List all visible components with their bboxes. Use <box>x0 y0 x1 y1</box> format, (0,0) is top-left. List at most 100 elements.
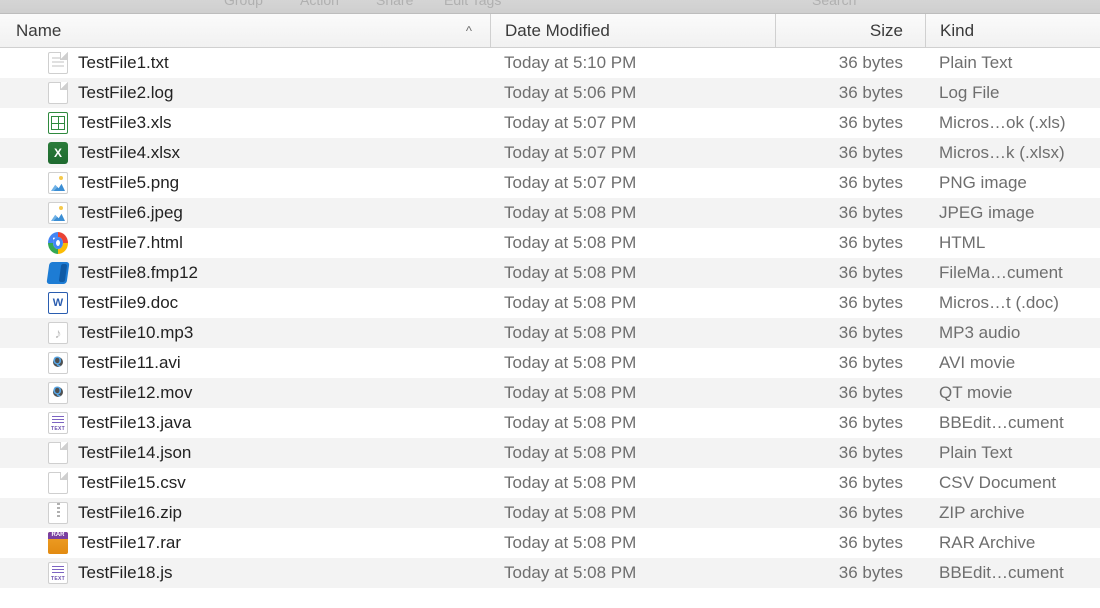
cell-name: TestFile5.png <box>0 172 490 194</box>
table-row[interactable]: TestFile13.java Today at 5:08 PM36 bytesB… <box>0 408 1100 438</box>
log-file-icon <box>48 82 68 104</box>
xls-file-icon <box>48 112 68 134</box>
cell-name: TestFile11.avi <box>0 352 490 374</box>
column-header-size[interactable]: Size <box>775 14 925 47</box>
doc-file-icon <box>48 292 68 314</box>
cell-kind: BBEdit…cument <box>925 413 1100 433</box>
cell-size: 36 bytes <box>775 443 925 463</box>
table-row[interactable]: TestFile12.movToday at 5:08 PM36 bytesQT… <box>0 378 1100 408</box>
table-row[interactable]: TestFile9.docToday at 5:08 PM36 bytesMic… <box>0 288 1100 318</box>
cell-date: Today at 5:08 PM <box>490 323 775 343</box>
file-name: TestFile8.fmp12 <box>78 263 198 283</box>
cell-kind: Log File <box>925 83 1100 103</box>
cell-size: 36 bytes <box>775 473 925 493</box>
table-row[interactable]: TestFile1.txtToday at 5:10 PM36 bytesPla… <box>0 48 1100 78</box>
table-row[interactable]: TestFile6.jpegToday at 5:08 PM36 bytesJP… <box>0 198 1100 228</box>
cell-kind: RAR Archive <box>925 533 1100 553</box>
table-row[interactable]: TestFile10.mp3 Today at 5:08 PM36 bytesMP… <box>0 318 1100 348</box>
cell-date: Today at 5:07 PM <box>490 113 775 133</box>
cell-kind: AVI movie <box>925 353 1100 373</box>
sort-ascending-icon: ^ <box>466 23 472 38</box>
zip-file-icon <box>48 502 68 524</box>
cell-date: Today at 5:08 PM <box>490 443 775 463</box>
csv-file-icon <box>48 472 68 494</box>
jpeg-file-icon <box>48 202 68 224</box>
cell-kind: Micros…t (.doc) <box>925 293 1100 313</box>
cell-size: 36 bytes <box>775 353 925 373</box>
cell-date: Today at 5:08 PM <box>490 413 775 433</box>
file-name: TestFile5.png <box>78 173 179 193</box>
cell-name: TestFile6.jpeg <box>0 202 490 224</box>
table-row[interactable]: TestFile16.zipToday at 5:08 PM36 bytesZI… <box>0 498 1100 528</box>
file-name: TestFile18.js <box>78 563 172 583</box>
file-name: TestFile7.html <box>78 233 183 253</box>
column-header-size-label: Size <box>870 21 903 41</box>
file-name: TestFile13.java <box>78 413 191 433</box>
table-row[interactable]: TestFile3.xlsToday at 5:07 PM36 bytesMic… <box>0 108 1100 138</box>
cell-name: TestFile18.js <box>0 562 490 584</box>
table-row[interactable]: TestFile14.jsonToday at 5:08 PM36 bytesP… <box>0 438 1100 468</box>
cell-kind: BBEdit…cument <box>925 563 1100 583</box>
js-file-icon <box>48 562 68 584</box>
table-row[interactable]: TestFile11.aviToday at 5:08 PM36 bytesAV… <box>0 348 1100 378</box>
file-name: TestFile17.rar <box>78 533 181 553</box>
cell-size: 36 bytes <box>775 383 925 403</box>
cell-date: Today at 5:08 PM <box>490 383 775 403</box>
column-header-name[interactable]: Name ^ <box>0 14 490 47</box>
cell-kind: MP3 audio <box>925 323 1100 343</box>
cell-date: Today at 5:08 PM <box>490 263 775 283</box>
file-name: TestFile6.jpeg <box>78 203 183 223</box>
cell-kind: QT movie <box>925 383 1100 403</box>
file-name: TestFile2.log <box>78 83 173 103</box>
cell-name: TestFile3.xls <box>0 112 490 134</box>
cell-size: 36 bytes <box>775 563 925 583</box>
cell-name: TestFile12.mov <box>0 382 490 404</box>
txt-file-icon <box>48 52 68 74</box>
fmp-file-icon <box>46 262 69 284</box>
file-list: TestFile1.txtToday at 5:10 PM36 bytesPla… <box>0 48 1100 588</box>
column-header-kind-label: Kind <box>940 21 974 41</box>
cell-kind: FileMa…cument <box>925 263 1100 283</box>
file-name: TestFile9.doc <box>78 293 178 313</box>
toolbar-action[interactable]: Action <box>300 0 339 8</box>
table-row[interactable]: TestFile18.jsToday at 5:08 PM36 bytesBBE… <box>0 558 1100 588</box>
table-row[interactable]: TestFile8.fmp12 Today at 5:08 PM36 bytesF… <box>0 258 1100 288</box>
file-name: TestFile1.txt <box>78 53 169 73</box>
column-header-kind[interactable]: Kind <box>925 14 1100 47</box>
cell-size: 36 bytes <box>775 263 925 283</box>
cell-name: TestFile7.html <box>0 232 490 254</box>
table-row[interactable]: TestFile15.csvToday at 5:08 PM36 bytesCS… <box>0 468 1100 498</box>
cell-size: 36 bytes <box>775 173 925 193</box>
cell-kind: Micros…ok (.xls) <box>925 113 1100 133</box>
cell-name: TestFile10.mp3 <box>0 322 490 344</box>
file-name: TestFile10.mp3 <box>78 323 193 343</box>
table-row[interactable]: TestFile7.htmlToday at 5:08 PM36 bytesHT… <box>0 228 1100 258</box>
cell-name: TestFile2.log <box>0 82 490 104</box>
cell-kind: ZIP archive <box>925 503 1100 523</box>
cell-kind: Plain Text <box>925 53 1100 73</box>
cell-date: Today at 5:08 PM <box>490 503 775 523</box>
cell-size: 36 bytes <box>775 323 925 343</box>
cell-name: TestFile13.java <box>0 412 490 434</box>
toolbar: Group Action Share Edit Tags Search <box>0 0 1100 14</box>
avi-file-icon <box>48 352 68 374</box>
table-row[interactable]: TestFile2.logToday at 5:06 PM36 bytesLog… <box>0 78 1100 108</box>
html-file-icon <box>48 232 68 254</box>
cell-date: Today at 5:08 PM <box>490 233 775 253</box>
table-row[interactable]: TestFile5.pngToday at 5:07 PM36 bytesPNG… <box>0 168 1100 198</box>
table-row[interactable]: TestFile4.xlsxToday at 5:07 PM36 bytesMi… <box>0 138 1100 168</box>
toolbar-share[interactable]: Share <box>376 0 413 8</box>
cell-size: 36 bytes <box>775 413 925 433</box>
toolbar-search[interactable]: Search <box>812 0 856 8</box>
cell-date: Today at 5:07 PM <box>490 173 775 193</box>
toolbar-edit-tags[interactable]: Edit Tags <box>444 0 501 8</box>
toolbar-group[interactable]: Group <box>224 0 263 8</box>
cell-name: TestFile1.txt <box>0 52 490 74</box>
cell-date: Today at 5:08 PM <box>490 203 775 223</box>
rar-file-icon <box>48 532 68 554</box>
table-row[interactable]: TestFile17.rarToday at 5:08 PM36 bytesRA… <box>0 528 1100 558</box>
cell-name: TestFile9.doc <box>0 292 490 314</box>
file-name: TestFile15.csv <box>78 473 186 493</box>
file-name: TestFile16.zip <box>78 503 182 523</box>
column-header-date[interactable]: Date Modified <box>490 14 775 47</box>
